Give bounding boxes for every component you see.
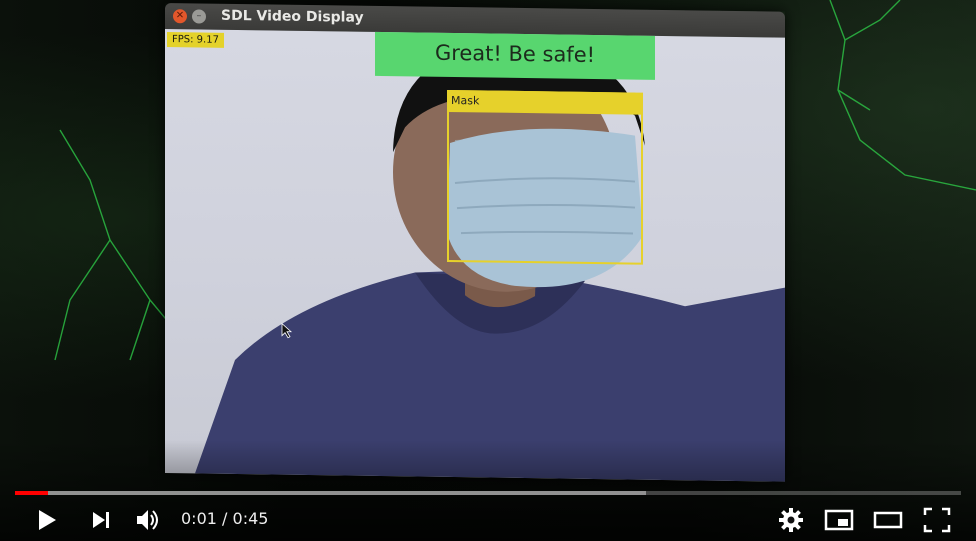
volume-button[interactable] — [133, 505, 163, 535]
theater-mode-button[interactable] — [873, 505, 903, 535]
minimize-icon: – — [196, 10, 202, 22]
settings-button[interactable] — [776, 505, 806, 535]
progress-buffered — [15, 491, 646, 495]
progress-played — [15, 491, 49, 495]
miniplayer-icon — [824, 509, 854, 531]
close-icon: ✕ — [175, 10, 185, 22]
next-button[interactable] — [87, 505, 117, 535]
settings-icon — [779, 508, 803, 532]
window-minimize-button[interactable]: – — [192, 9, 206, 24]
status-banner: Great! Be safe! — [375, 29, 655, 80]
play-button[interactable] — [31, 505, 61, 535]
window-close-button[interactable]: ✕ — [173, 9, 187, 24]
time-display: 0:01 / 0:45 — [181, 509, 268, 528]
mouse-cursor-icon — [281, 322, 293, 339]
sdl-video-window: ✕ – SDL Video Display FPS: 9.17 Great! B… — [165, 3, 785, 482]
next-icon — [93, 512, 109, 528]
detection-label: Mask — [447, 89, 643, 115]
detection-box: Mask — [447, 89, 643, 265]
window-title: SDL Video Display — [221, 7, 364, 26]
current-time: 0:01 — [181, 509, 217, 528]
theater-icon — [873, 511, 903, 529]
fullscreen-icon — [923, 507, 951, 533]
progress-bar[interactable] — [15, 491, 961, 495]
time-separator: / — [222, 509, 228, 528]
volume-icon — [137, 510, 158, 530]
fullscreen-button[interactable] — [922, 505, 952, 535]
miniplayer-button[interactable] — [824, 505, 854, 535]
play-icon — [39, 510, 56, 530]
duration: 0:45 — [232, 509, 269, 528]
camera-feed: FPS: 9.17 Great! Be safe! Mask — [165, 29, 785, 482]
fps-counter: FPS: 9.17 — [167, 32, 224, 48]
